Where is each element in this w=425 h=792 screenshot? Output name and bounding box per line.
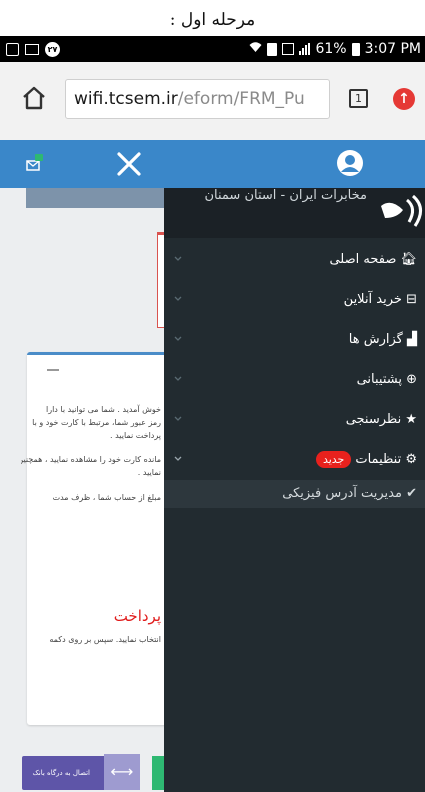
card-instruction: انتخاب نمایید. سپس بر روی دکمه — [49, 635, 161, 644]
gear-icon: ⚙ — [401, 452, 417, 467]
sidebar-title: مخابرات ایران - استان سمنان — [204, 188, 367, 203]
new-badge: جدید — [315, 451, 352, 468]
sidebar-item-survey[interactable]: ★ نظرسنجی — [164, 400, 425, 440]
status-left: ۲۷ — [6, 41, 60, 57]
notification-count-badge: ۲۷ — [45, 41, 60, 57]
sim-icon — [267, 42, 278, 56]
home-icon[interactable] — [20, 84, 48, 112]
sidebar-item-home[interactable]: 🏠︎ صفحه اصلی — [164, 240, 425, 280]
logo-icon — [381, 194, 422, 227]
card-text-line: رمز عبور شما، مرتبط با کارت خود و با — [32, 418, 161, 427]
url-domain: wifi.tcsem.ir — [74, 89, 178, 109]
bank-gateway-label: اتصال به درگاه بانک — [32, 769, 90, 777]
sidebar: مخابرات ایران - استان سمنان 🏠︎ صفحه اصلی… — [164, 188, 425, 792]
chevron-down-icon — [174, 416, 182, 421]
battery-icon — [351, 42, 360, 56]
life-ring-icon: ⊕ — [401, 372, 417, 387]
app-header — [0, 140, 425, 188]
image-notification-icon — [6, 42, 19, 56]
user-icon[interactable] — [336, 149, 364, 177]
sidebar-item-label: 🏠︎ صفحه اصلی — [329, 252, 417, 267]
chevron-down-icon — [174, 336, 182, 341]
chevron-down-icon — [174, 376, 182, 381]
sidebar-subitem-label: ✔ مدیریت آدرس فیزیکی — [282, 486, 417, 501]
wifi-icon — [249, 41, 262, 57]
battery-percent: 61% — [315, 41, 347, 57]
sidebar-item-shop[interactable]: ⊟ خرید آنلاین — [164, 280, 425, 320]
sidebar-header: مخابرات ایران - استان سمنان — [164, 188, 425, 238]
data-icon — [282, 43, 295, 55]
star-icon: ★ — [401, 412, 417, 427]
card-text-line: نمایید . — [137, 468, 161, 477]
sidebar-item-settings[interactable]: ⚙ تنظیماتجدید — [164, 440, 425, 480]
check-icon: ✔ — [401, 486, 417, 501]
collapse-icon[interactable] — [47, 369, 59, 371]
sidebar-menu: 🏠︎ صفحه اصلی ⊟ خرید آنلاین ▟ گزارش ها ⊕ … — [164, 240, 425, 508]
card-text-line: مانده کارت خود را مشاهده نمایید ، همچنین — [21, 455, 161, 464]
status-bar: ۲۷ 61% 3:07 PM — [0, 36, 425, 62]
sidebar-item-reports[interactable]: ▟ گزارش ها — [164, 320, 425, 360]
sidebar-item-label: ⊟ خرید آنلاین — [343, 292, 417, 307]
tab-switcher-button[interactable]: 1 — [349, 89, 368, 108]
sidebar-item-label: ⊕ پشتیبانی — [356, 372, 417, 387]
signal-icon — [299, 43, 311, 55]
clock: 3:07 PM — [364, 41, 421, 57]
cart-icon: ⊟ — [401, 292, 417, 307]
url-path: /eform/FRM_Pu — [177, 89, 305, 109]
chevron-down-icon — [174, 296, 182, 301]
chevron-down-icon — [174, 456, 182, 461]
info-card: خوش آمدید . شما می توانید با دارا رمز عب… — [21, 352, 187, 725]
card-text-line: مبلغ از حساب شما ، ظرف مدت — [52, 493, 161, 502]
status-right: 61% 3:07 PM — [249, 41, 421, 57]
sidebar-item-label: ★ نظرسنجی — [345, 412, 417, 427]
mail-notification-icon — [25, 43, 39, 55]
exchange-icon[interactable]: ⟷ — [104, 754, 140, 790]
card-text-line: پرداخت نمایید . — [110, 431, 161, 440]
caption: مرحله اول : — [169, 10, 256, 30]
address-bar[interactable]: wifi.tcsem.ir/eform/FRM_Pu — [65, 79, 330, 119]
sidebar-subitem-mac-address[interactable]: ✔ مدیریت آدرس فیزیکی — [164, 480, 425, 508]
area-chart-icon: ▟ — [402, 332, 417, 347]
mail-icon[interactable] — [24, 152, 46, 174]
sidebar-item-label: ⚙ تنظیماتجدید — [315, 440, 417, 480]
home-icon: 🏠︎ — [396, 252, 417, 267]
sidebar-item-label: ▟ گزارش ها — [348, 332, 417, 347]
chevron-down-icon — [174, 256, 182, 261]
sidebar-item-support[interactable]: ⊕ پشتیبانی — [164, 360, 425, 400]
card-text-line: خوش آمدید . شما می توانید با دارا — [46, 405, 161, 414]
close-icon[interactable] — [113, 148, 145, 180]
browser-toolbar: wifi.tcsem.ir/eform/FRM_Pu 1 ↑ — [0, 62, 425, 141]
payment-heading: پرداخت — [113, 607, 161, 625]
update-icon[interactable]: ↑ — [393, 88, 415, 110]
